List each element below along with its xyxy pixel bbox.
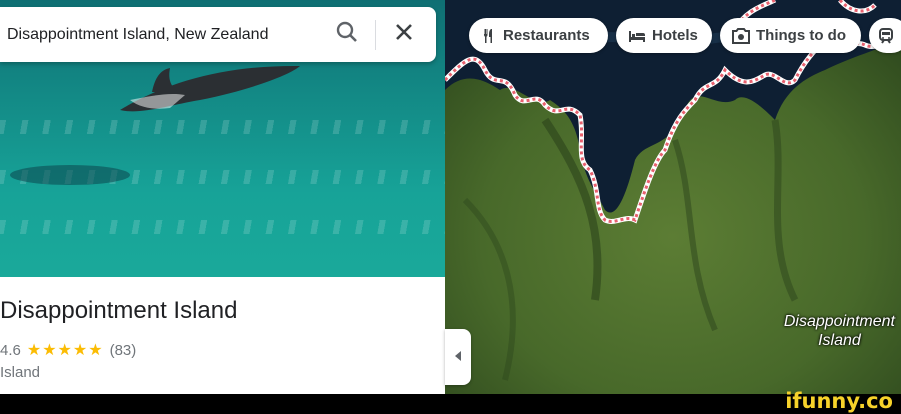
review-count[interactable]: (83) xyxy=(110,342,137,359)
footer-bar xyxy=(0,394,901,414)
camera-icon xyxy=(732,27,750,44)
map-label-line1: Disappointment xyxy=(783,313,895,330)
search-icon xyxy=(336,21,358,48)
place-title: Disappointment Island xyxy=(0,297,238,324)
search-input[interactable]: Disappointment Island, New Zealand xyxy=(7,26,327,44)
chip-label: Things to do xyxy=(756,27,846,44)
rating-row[interactable]: 4.6 ★★★★★ (83) xyxy=(0,340,136,360)
chip-restaurants[interactable]: Restaurants xyxy=(469,18,608,53)
close-icon xyxy=(395,23,413,46)
hotel-icon xyxy=(628,29,646,43)
map-place-label[interactable]: Disappointment Island xyxy=(784,312,895,350)
search-button[interactable] xyxy=(327,15,367,55)
place-panel: Disappointment Island, New Zealand Disap… xyxy=(0,0,445,394)
chip-things-to-do[interactable]: Things to do xyxy=(720,18,861,53)
chip-label: Restaurants xyxy=(503,27,590,44)
search-box[interactable]: Disappointment Island, New Zealand xyxy=(0,7,436,62)
chip-transit[interactable] xyxy=(869,18,901,53)
chevron-left-icon xyxy=(454,348,462,366)
restaurant-icon xyxy=(481,28,497,44)
search-divider xyxy=(375,19,376,50)
close-button[interactable] xyxy=(384,15,424,55)
rating-stars: ★★★★★ xyxy=(26,342,104,359)
rating-value: 4.6 xyxy=(0,341,21,359)
watermark: ifunny.co xyxy=(785,389,893,413)
collapse-panel-button[interactable] xyxy=(445,329,471,385)
transit-icon xyxy=(879,27,893,44)
chip-hotels[interactable]: Hotels xyxy=(616,18,712,53)
map-label-line2: Island xyxy=(818,332,861,349)
place-type[interactable]: Island xyxy=(0,364,40,381)
chip-label: Hotels xyxy=(652,27,698,44)
